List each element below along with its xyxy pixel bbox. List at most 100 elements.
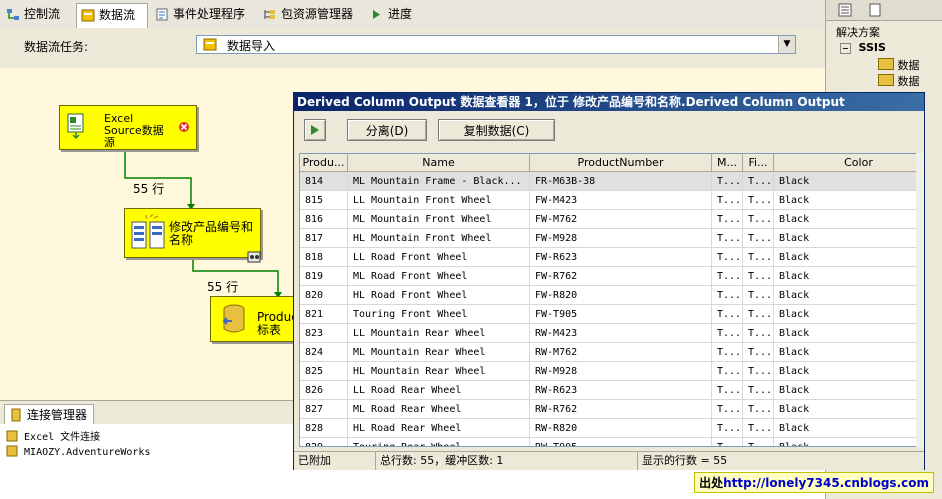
table-cell: RW-R820 (530, 419, 712, 438)
table-cell: FW-R623 (530, 248, 712, 267)
table-cell: T... (712, 305, 743, 324)
table-row[interactable]: 824 ML Mountain Rear Wheel RW-M762 T... T...… (300, 343, 918, 362)
database-destination-icon (222, 304, 245, 333)
table-cell: T... (712, 381, 743, 400)
table-cell: FW-R762 (530, 267, 712, 286)
table-cell: FR-M63B-38 (530, 172, 712, 191)
path-row-count-2: 55 行 (207, 280, 239, 294)
tab-data-flow[interactable]: 数据流 (76, 3, 148, 28)
table-cell: T... (743, 419, 774, 438)
collapse-icon[interactable]: − (840, 43, 851, 54)
table-cell: T... (743, 229, 774, 248)
project-tree-label: SSIS (858, 41, 886, 54)
table-row[interactable]: 828 HL Road Rear Wheel RW-R820 T... T... Blac… (300, 419, 918, 438)
project-tree-item[interactable]: − SSIS (840, 41, 886, 54)
chevron-down-icon[interactable]: ▼ (778, 36, 795, 53)
table-cell: T... (712, 191, 743, 210)
data-grid[interactable]: Produ... Name ProductNumber M... Fi... Color … (299, 153, 919, 447)
table-cell: 819 (300, 267, 348, 286)
table-row[interactable]: 815 LL Mountain Front Wheel FW-M423 T... T..… (300, 191, 918, 210)
table-cell: T... (712, 362, 743, 381)
table-cell: T... (743, 172, 774, 191)
table-cell: RW-M762 (530, 343, 712, 362)
data-flow-icon (81, 9, 95, 22)
table-cell: RW-R623 (530, 381, 712, 400)
product-destination-node[interactable]: Product标表 (210, 296, 303, 342)
connection-item-adventureworks[interactable]: MIAOZY.AdventureWorks (6, 445, 150, 458)
derived-column-label: 修改产品编号和名称 (169, 220, 254, 247)
table-cell: T... (712, 343, 743, 362)
tab-control-flow[interactable]: 控制流 (2, 3, 72, 26)
table-cell: Black (774, 400, 918, 419)
properties-icon[interactable] (838, 3, 852, 17)
data-flow-task-icon (203, 38, 217, 51)
column-header[interactable]: Color (774, 154, 918, 172)
table-cell: T... (743, 267, 774, 286)
table-cell: Black (774, 381, 918, 400)
vertical-scrollbar[interactable] (916, 153, 924, 447)
derived-column-node[interactable]: 修改产品编号和名称 (124, 208, 261, 263)
data-flow-task-label: 数据流任务: (24, 40, 89, 54)
solution-tree-item[interactable]: 解决方案 (836, 24, 880, 40)
table-row[interactable]: 827 ML Road Rear Wheel RW-R762 T... T... Blac… (300, 400, 918, 419)
table-row[interactable]: 829Touring Rear WheelRW-T905T...T...Blac… (300, 438, 918, 446)
excel-source-node[interactable]: Excel Source数据源 (59, 105, 197, 150)
table-cell: T... (743, 305, 774, 324)
data-viewer-icon[interactable] (247, 251, 261, 263)
solution-tree-label: 解决方案 (836, 26, 880, 39)
table-row[interactable]: 821 Touring Front Wheel FW-T905 T... T... Bla… (300, 305, 918, 324)
connection-item-label: MIAOZY.AdventureWorks (24, 447, 151, 458)
play-button[interactable] (304, 119, 326, 141)
folder-icon (878, 58, 894, 70)
connection-item-excel[interactable]: Excel 文件连接 (6, 428, 100, 443)
table-cell: 823 (300, 324, 348, 343)
excel-source-icon (67, 113, 84, 140)
table-cell: T... (743, 343, 774, 362)
detach-button[interactable]: 分离(D) (347, 119, 427, 141)
table-cell: Black (774, 324, 918, 343)
table-row[interactable]: 816 ML Mountain Front Wheel FW-M762 T... T..… (300, 210, 918, 229)
column-header[interactable]: Produ... (300, 154, 348, 172)
table-cell: Touring Rear Wheel (348, 438, 530, 446)
tab-event-handlers[interactable]: 事件处理程序 (151, 3, 255, 26)
table-cell: Black (774, 172, 918, 191)
table-row[interactable]: 818 LL Road Front Wheel FW-R623 T... T... Bla… (300, 248, 918, 267)
play-icon (311, 125, 319, 135)
table-cell: Black (774, 343, 918, 362)
column-header[interactable]: M... (712, 154, 743, 172)
table-row[interactable]: 814 ML Mountain Frame - Black... FR-M63B-3… (300, 172, 918, 191)
folder-tree-item[interactable]: 数据 (878, 57, 920, 73)
table-row[interactable]: 820 HL Road Front Wheel FW-R820 T... T... Bla… (300, 286, 918, 305)
table-cell: RW-T905 (530, 438, 712, 446)
table-row[interactable]: 825 HL Mountain Rear Wheel RW-M928 T... T...… (300, 362, 918, 381)
solution-explorer-toolbar (826, 0, 942, 21)
folder-tree-item[interactable]: 数据 (878, 73, 920, 89)
table-cell: 817 (300, 229, 348, 248)
table-row[interactable]: 817 HL Mountain Front Wheel FW-M928 T... T..… (300, 229, 918, 248)
data-flow-task-bar: 数据流任务: 数据导入 ▼ (0, 28, 825, 68)
table-cell: T... (712, 400, 743, 419)
watermark-url: http://lonely7345.cnblogs.com (723, 476, 929, 490)
table-cell: Black (774, 191, 918, 210)
tab-progress[interactable]: 进度 (366, 3, 424, 26)
table-cell: Black (774, 438, 918, 446)
status-total-rows: 总行数: 55，缓冲区数: 1 (376, 452, 638, 470)
table-cell: 829 (300, 438, 348, 446)
table-cell: T... (712, 419, 743, 438)
column-header[interactable]: Name (348, 154, 530, 172)
column-header[interactable]: Fi... (743, 154, 774, 172)
table-row[interactable]: 826 LL Road Rear Wheel RW-R623 T... T... Blac… (300, 381, 918, 400)
excel-connection-icon (6, 430, 18, 442)
table-cell: 826 (300, 381, 348, 400)
show-all-files-icon[interactable] (868, 3, 882, 17)
copy-data-button[interactable]: 复制数据(C) (438, 119, 555, 141)
tab-connection-managers[interactable]: 连接管理器 (4, 404, 95, 425)
data-flow-task-select[interactable]: 数据导入 ▼ (196, 35, 796, 54)
table-cell: T... (712, 438, 743, 446)
table-row[interactable]: 819 ML Road Front Wheel FW-R762 T... T... Bla… (300, 267, 918, 286)
data-viewer-title[interactable]: Derived Column Output 数据查看器 1，位于 修改产品编号和… (294, 93, 924, 111)
column-header[interactable]: ProductNumber (530, 154, 712, 172)
tab-package-explorer[interactable]: 包资源管理器 (259, 3, 362, 26)
table-row[interactable]: 823 LL Mountain Rear Wheel RW-M423 T... T...… (300, 324, 918, 343)
connection-manager-tab-label: 连接管理器 (27, 408, 88, 422)
